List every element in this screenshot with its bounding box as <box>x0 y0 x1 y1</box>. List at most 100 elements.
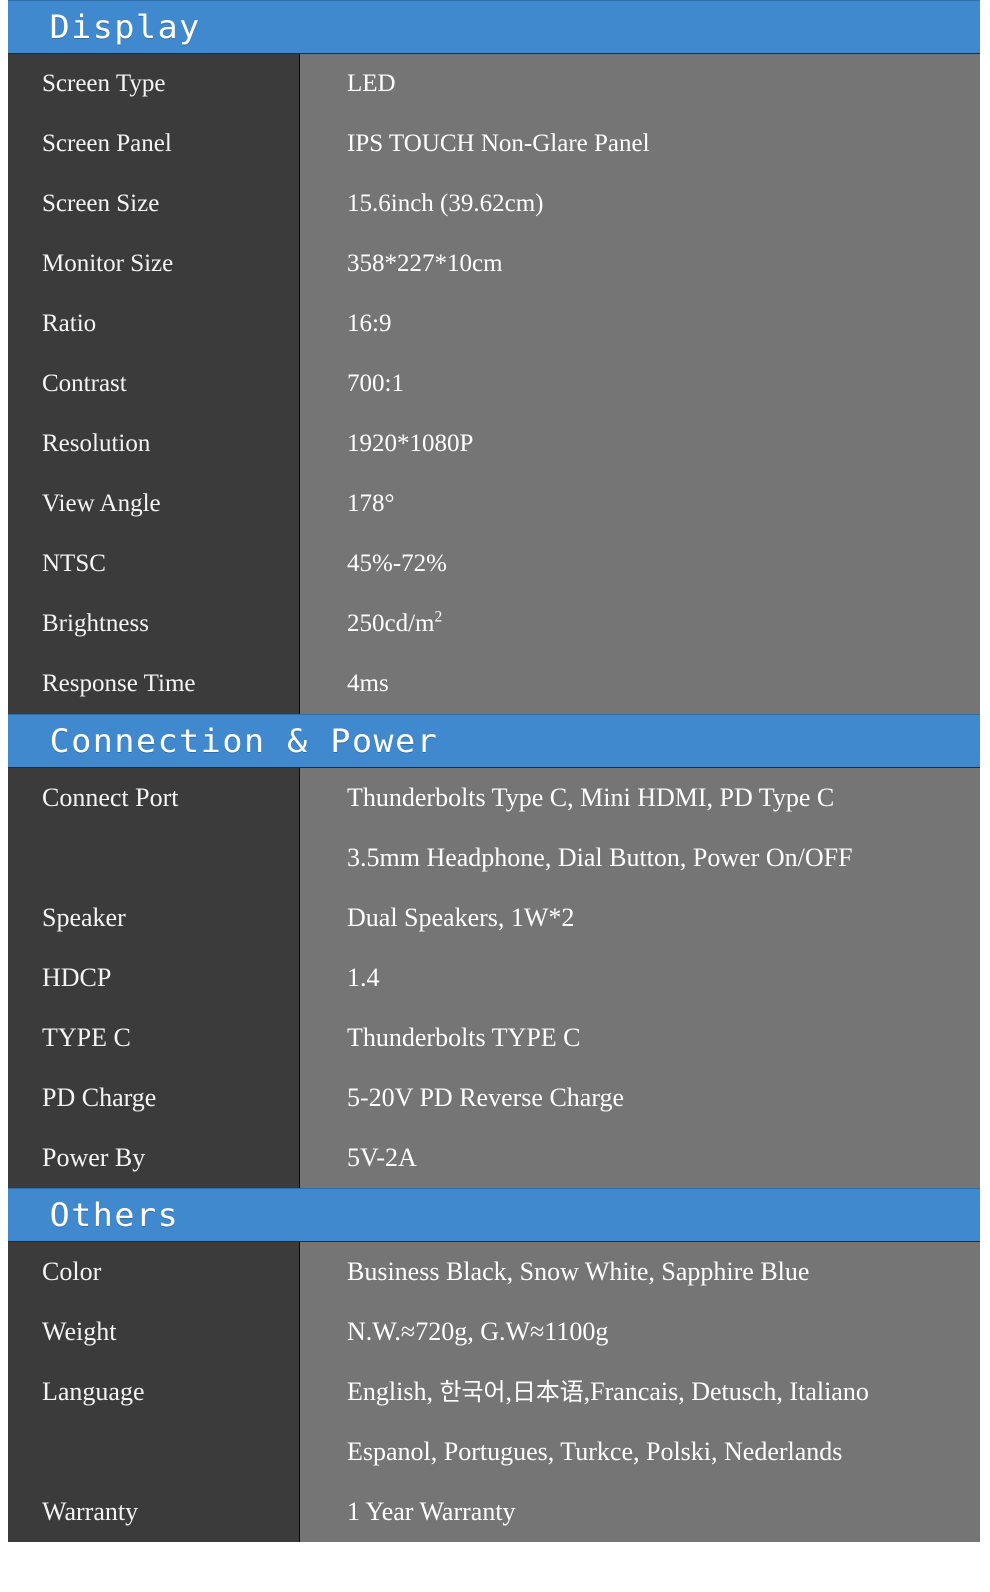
table-row: Language <box>8 1362 299 1422</box>
table-row: 4ms <box>300 654 980 714</box>
table-row: Weight <box>8 1302 299 1362</box>
spec-value: 1 Year Warranty <box>347 1496 516 1526</box>
value-column-display: LED IPS TOUCH Non-Glare Panel 15.6inch (39… <box>300 54 980 714</box>
spec-value: 15.6inch (39.62cm) <box>347 190 544 218</box>
spec-label: Response Time <box>42 670 196 698</box>
table-row: Speaker <box>8 888 299 948</box>
table-row: Contrast <box>8 354 299 414</box>
spec-value: Thunderbolts Type C, Mini HDMI, PD Type … <box>347 782 835 812</box>
value-column-connection: Thunderbolts Type C, Mini HDMI, PD Type … <box>300 768 980 1188</box>
table-row: 3.5mm Headphone, Dial Button, Power On/O… <box>300 828 980 888</box>
label-column-others: Color Weight Language Warranty <box>8 1242 300 1542</box>
section-body-others: Color Weight Language Warranty Business Blac… <box>8 1242 980 1542</box>
spec-label: Screen Size <box>42 190 160 218</box>
spec-label: View Angle <box>42 490 161 518</box>
table-row: Business Black, Snow White, Sapphire Blu… <box>300 1242 980 1302</box>
spec-value: N.W.≈720g, G.W≈1100g <box>347 1316 609 1346</box>
table-row: 1 Year Warranty <box>300 1482 980 1542</box>
spec-value: 250cd/m2 <box>347 608 443 638</box>
table-row: Dual Speakers, 1W*2 <box>300 888 980 948</box>
spec-label: Color <box>42 1256 102 1286</box>
table-row: Thunderbolts TYPE C <box>300 1008 980 1068</box>
spec-value: 5V-2A <box>347 1142 417 1172</box>
table-row: View Angle <box>8 474 299 534</box>
table-row: Screen Panel <box>8 114 299 174</box>
table-row: 358*227*10cm <box>300 234 980 294</box>
section-body-connection: Connect Port Speaker HDCP TYPE C PD Charge Po… <box>8 768 980 1188</box>
spec-label: Brightness <box>42 610 149 638</box>
value-column-others: Business Black, Snow White, Sapphire Blu… <box>300 1242 980 1542</box>
table-row <box>8 828 299 888</box>
table-row: IPS TOUCH Non-Glare Panel <box>300 114 980 174</box>
section-header-display: Display <box>8 0 980 54</box>
table-row: Screen Size <box>8 174 299 234</box>
table-row: LED <box>300 54 980 114</box>
spec-value: 1.4 <box>347 962 380 992</box>
section-header-connection: Connection & Power <box>8 714 980 768</box>
table-row: Brightness <box>8 594 299 654</box>
spec-value: English, 한국어,日本语,Francais, Detusch, Ital… <box>347 1376 869 1406</box>
spec-value: 5-20V PD Reverse Charge <box>347 1082 625 1112</box>
spec-value: 3.5mm Headphone, Dial Button, Power On/O… <box>347 842 853 872</box>
specification-sheet: Display Screen Type Screen Panel Screen Siz… <box>0 0 990 1574</box>
section-title-connection: Connection & Power <box>49 722 439 760</box>
table-row: Response Time <box>8 654 299 714</box>
spec-label: TYPE C <box>42 1022 131 1052</box>
spec-value: 1920*1080P <box>347 430 474 458</box>
spec-label: NTSC <box>42 550 106 578</box>
spec-label: Screen Type <box>42 70 166 98</box>
table-row: HDCP <box>8 948 299 1008</box>
table-row: N.W.≈720g, G.W≈1100g <box>300 1302 980 1362</box>
table-row: NTSC <box>8 534 299 594</box>
section-body-display: Screen Type Screen Panel Screen Size Monito… <box>8 54 980 714</box>
table-row: 178° <box>300 474 980 534</box>
section-others: Others Color Weight Language Warranty Busines… <box>0 1188 990 1542</box>
spec-value: LED <box>347 70 396 98</box>
spec-label: Monitor Size <box>42 250 174 278</box>
spec-label: Weight <box>42 1316 117 1346</box>
spec-label: Power By <box>42 1142 146 1172</box>
section-connection: Connection & Power Connect Port Speaker HDC… <box>0 714 990 1188</box>
table-row: 700:1 <box>300 354 980 414</box>
spec-label: Contrast <box>42 370 127 398</box>
table-row <box>8 1422 299 1482</box>
section-display: Display Screen Type Screen Panel Screen Siz… <box>0 0 990 714</box>
label-column-connection: Connect Port Speaker HDCP TYPE C PD Charge Po… <box>8 768 300 1188</box>
table-row: Monitor Size <box>8 234 299 294</box>
bottom-spacer <box>0 1574 990 1592</box>
section-header-others: Others <box>8 1188 980 1242</box>
spec-label: Connect Port <box>42 782 179 812</box>
table-row: Connect Port <box>8 768 299 828</box>
spec-value: 700:1 <box>347 370 404 398</box>
spec-label: HDCP <box>42 962 112 992</box>
spec-value: 4ms <box>347 670 389 698</box>
table-row: Resolution <box>8 414 299 474</box>
spec-value: IPS TOUCH Non-Glare Panel <box>347 130 650 158</box>
spec-label: PD Charge <box>42 1082 157 1112</box>
spec-label: Speaker <box>42 902 126 932</box>
table-row: Thunderbolts Type C, Mini HDMI, PD Type … <box>300 768 980 828</box>
spec-label: Screen Panel <box>42 130 172 158</box>
table-row: 1.4 <box>300 948 980 1008</box>
table-row: TYPE C <box>8 1008 299 1068</box>
table-row: 250cd/m2 <box>300 594 980 654</box>
spec-value: Business Black, Snow White, Sapphire Blu… <box>347 1256 810 1286</box>
table-row: Ratio <box>8 294 299 354</box>
table-row: Color <box>8 1242 299 1302</box>
spec-value: 178° <box>347 490 395 518</box>
spec-label: Language <box>42 1376 145 1406</box>
table-row: Power By <box>8 1128 299 1188</box>
table-row: Espanol, Portugues, Turkce, Polski, Nede… <box>300 1422 980 1482</box>
table-row: English, 한국어,日本语,Francais, Detusch, Ital… <box>300 1362 980 1422</box>
table-row: Warranty <box>8 1482 299 1542</box>
table-row: 5-20V PD Reverse Charge <box>300 1068 980 1128</box>
spec-value: Thunderbolts TYPE C <box>347 1022 581 1052</box>
table-row: PD Charge <box>8 1068 299 1128</box>
spec-value: 45%-72% <box>347 550 447 578</box>
section-title-display: Display <box>49 8 201 46</box>
table-row: 45%-72% <box>300 534 980 594</box>
spec-value: Dual Speakers, 1W*2 <box>347 902 575 932</box>
spec-value: 16:9 <box>347 310 392 338</box>
section-title-others: Others <box>49 1196 180 1234</box>
spec-value: Espanol, Portugues, Turkce, Polski, Nede… <box>347 1436 843 1466</box>
